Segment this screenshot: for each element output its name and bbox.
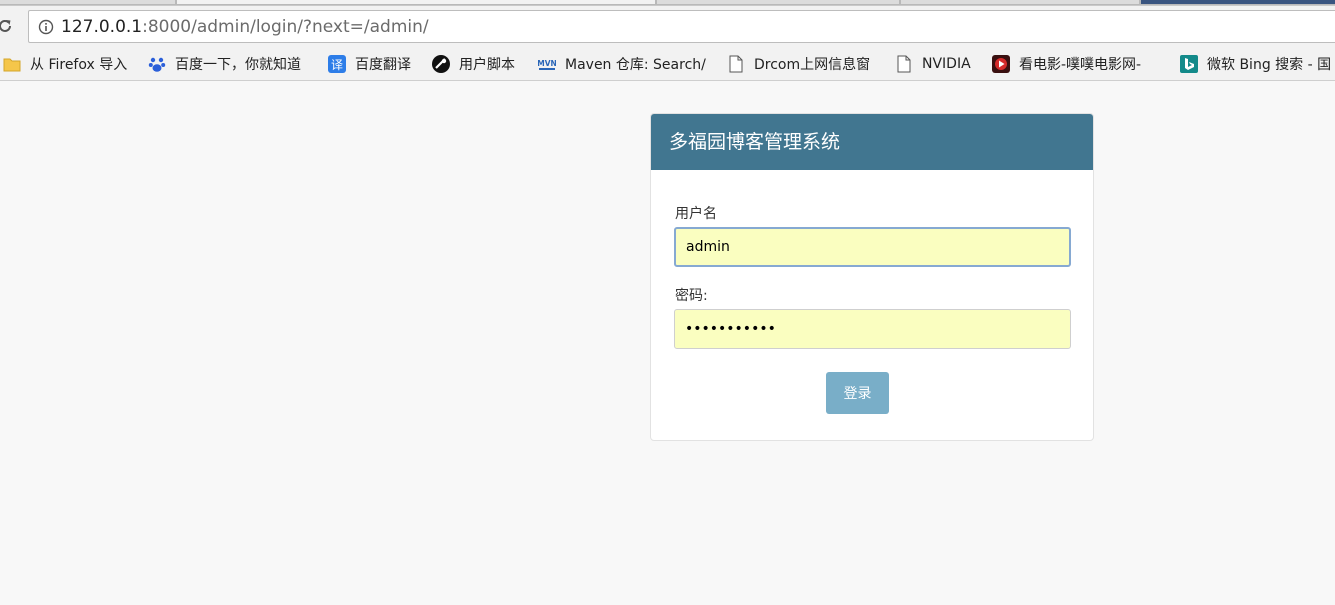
bookmark-label: Drcom上网信息窗	[754, 57, 871, 73]
bookmark-label: 用户脚本	[459, 57, 515, 73]
bookmark-drcom[interactable]: Drcom上网信息窗	[727, 47, 887, 80]
bookmark-firefox-import[interactable]: 从 Firefox 导入	[3, 47, 138, 80]
bookmarks-bar: 从 Firefox 导入 百度一下，你就知道 译 百度翻译 用户脚本 MVN M…	[0, 47, 1335, 81]
username-label: 用户名	[675, 206, 717, 222]
bookmark-baidu-translate[interactable]: 译 百度翻译	[328, 47, 423, 80]
folder-icon	[3, 58, 21, 72]
bookmark-label: Maven 仓库: Search/	[565, 57, 706, 73]
svg-text:MVN: MVN	[538, 59, 556, 68]
reload-icon[interactable]	[0, 17, 14, 35]
baidu-paw-icon	[148, 57, 166, 72]
svg-text:译: 译	[331, 58, 343, 72]
login-panel: 多福园博客管理系统 用户名 密码: 登录	[650, 113, 1094, 441]
browser-tab[interactable]	[1140, 0, 1335, 5]
password-label: 密码:	[675, 288, 708, 304]
url-path: :8000/admin/login/?next=/admin/	[142, 17, 429, 37]
address-bar[interactable]: 127.0.0.1:8000/admin/login/?next=/admin/	[28, 10, 1335, 43]
movie-icon	[992, 55, 1010, 73]
browser-toolbar: 127.0.0.1:8000/admin/login/?next=/admin/	[0, 6, 1335, 47]
url-text[interactable]: 127.0.0.1:8000/admin/login/?next=/admin/	[61, 17, 429, 37]
translate-icon: 译	[328, 55, 346, 73]
bookmark-label: 从 Firefox 导入	[30, 57, 128, 73]
bookmark-movie[interactable]: 看电影-噗噗电影网-B	[992, 47, 1142, 80]
username-input[interactable]	[674, 227, 1071, 267]
userscript-icon	[432, 55, 450, 73]
bookmark-userscripts[interactable]: 用户脚本	[432, 47, 530, 80]
password-input[interactable]	[674, 309, 1071, 349]
bookmark-label: NVIDIA	[922, 56, 971, 72]
page-icon	[897, 55, 911, 73]
browser-tab[interactable]	[900, 0, 1140, 5]
bookmark-baidu[interactable]: 百度一下，你就知道	[148, 47, 318, 80]
browser-tab[interactable]	[0, 0, 176, 5]
browser-tab[interactable]	[656, 0, 900, 5]
bookmark-maven[interactable]: MVN Maven 仓库: Search/	[538, 47, 713, 80]
url-host: 127.0.0.1	[61, 17, 143, 37]
page-icon	[729, 55, 743, 73]
bookmark-bing[interactable]: 微软 Bing 搜索 - 国	[1180, 47, 1335, 80]
bookmark-label: 微软 Bing 搜索 - 国	[1207, 57, 1332, 73]
bookmark-label: 百度翻译	[355, 57, 411, 73]
bookmark-label: 百度一下，你就知道	[175, 57, 301, 73]
bing-icon	[1180, 55, 1198, 73]
info-icon[interactable]	[38, 19, 54, 35]
bookmark-label: 看电影-噗噗电影网-B	[1019, 57, 1142, 73]
browser-tab-active[interactable]	[176, 0, 656, 5]
bookmark-nvidia[interactable]: NVIDIA	[895, 47, 985, 80]
login-button[interactable]: 登录	[826, 372, 889, 414]
login-title: 多福园博客管理系统	[651, 114, 1093, 170]
maven-icon: MVN	[538, 59, 556, 70]
